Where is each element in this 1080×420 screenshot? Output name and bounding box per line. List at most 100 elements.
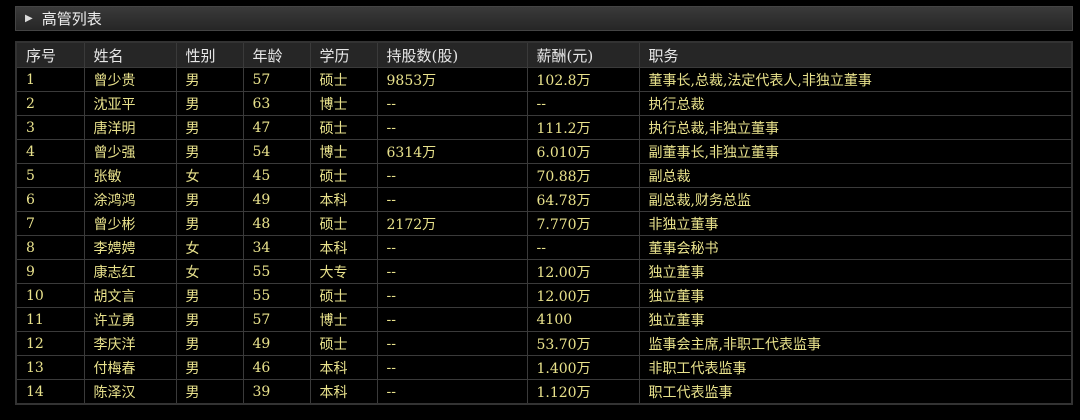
col-name-cell: 康志红 (83, 259, 177, 284)
table-row[interactable]: 12 李庆洋男 49 硕士 -- 53.70万 监事会主席,非职工代表监事 (15, 331, 1073, 356)
col-salary-cell: -- (526, 91, 640, 116)
col-education-cell: 硕士 (309, 163, 378, 188)
table-row[interactable]: 9 康志红女 55 大专 -- 12.00万 独立董事 (15, 259, 1073, 284)
col-education-cell: 大专 (309, 259, 378, 284)
col-salary-cell: 7.770万 (526, 211, 640, 236)
triangle-right-icon[interactable]: ▶ (25, 13, 33, 24)
col-shares-header[interactable]: 持股数(股) (376, 41, 528, 68)
col-education-cell: 本科 (309, 379, 378, 405)
col-index-cell: 12 (15, 331, 85, 356)
table-row[interactable]: 4 曾少强男 54 博士 6314万 6.010万 副董事长,非独立董事 (15, 139, 1073, 164)
col-education-cell: 硕士 (309, 211, 378, 236)
col-shares-cell: -- (376, 235, 528, 260)
col-name-cell: 陈泽汉 (83, 379, 177, 405)
col-position-cell: 独立董事 (638, 283, 1073, 308)
col-salary-cell: -- (526, 235, 640, 260)
panel-title: 高管列表 (41, 10, 102, 28)
table-row[interactable]: 1 曾少贵男 57 硕士 9853万 102.8万 董事长,总裁,法定代表人,非独立董事 (15, 67, 1073, 92)
col-gender-cell: 男 (175, 283, 244, 308)
col-index-cell: 13 (15, 355, 85, 380)
col-index-cell: 3 (15, 115, 85, 140)
col-age-cell: 49 (242, 331, 311, 356)
table-header-row: 序号 姓名 性别 年龄 学历 持股数(股) 薪酬(元) 职务 (15, 41, 1073, 68)
col-name-header[interactable]: 姓名 (83, 41, 177, 68)
col-gender-cell: 男 (175, 211, 244, 236)
col-gender-cell: 女 (175, 235, 244, 260)
col-position-cell: 职工代表监事 (638, 379, 1073, 405)
table-row[interactable]: 8 李娉娉女 34 本科 -- -- 董事会秘书 (15, 235, 1073, 260)
col-position-cell: 副总裁,财务总监 (638, 187, 1073, 212)
col-age-cell: 47 (242, 115, 311, 140)
col-gender-cell: 女 (175, 259, 244, 284)
col-age-cell: 45 (242, 163, 311, 188)
col-education-cell: 本科 (309, 355, 378, 380)
col-age-header[interactable]: 年龄 (242, 41, 311, 68)
col-shares-cell: 6314万 (376, 139, 528, 164)
col-salary-cell: 12.00万 (526, 283, 640, 308)
col-education-cell: 本科 (309, 235, 378, 260)
col-salary-cell: 1.120万 (526, 379, 640, 405)
table-row[interactable]: 5 张敏女 45 硕士 -- 70.88万 副总裁 (15, 163, 1073, 188)
col-name-cell: 李娉娉 (83, 235, 177, 260)
col-shares-cell: -- (376, 331, 528, 356)
col-name-cell: 胡文言 (83, 283, 177, 308)
col-position-cell: 独立董事 (638, 259, 1073, 284)
col-index-cell: 4 (15, 139, 85, 164)
col-salary-header[interactable]: 薪酬(元) (526, 41, 640, 68)
col-education-cell: 硕士 (309, 67, 378, 92)
col-gender-cell: 男 (175, 115, 244, 140)
col-shares-cell: 9853万 (376, 67, 528, 92)
col-salary-cell: 102.8万 (526, 67, 640, 92)
col-education-cell: 本科 (309, 187, 378, 212)
col-age-cell: 57 (242, 307, 311, 332)
col-shares-cell: -- (376, 259, 528, 284)
col-gender-header[interactable]: 性别 (175, 41, 244, 68)
col-salary-cell: 64.78万 (526, 187, 640, 212)
col-gender-cell: 女 (175, 163, 244, 188)
col-age-cell: 46 (242, 355, 311, 380)
executives-table: 序号 姓名 性别 年龄 学历 持股数(股) 薪酬(元) 职务 1 曾少贵男 57 硕士 9853万 10… (15, 41, 1073, 405)
col-position-cell: 执行总裁,非独立董事 (638, 115, 1073, 140)
col-shares-cell: -- (376, 115, 528, 140)
table-row[interactable]: 6 涂鸿鸿男 49 本科 -- 64.78万 副总裁,财务总监 (15, 187, 1073, 212)
col-index-cell: 6 (15, 187, 85, 212)
col-index-header[interactable]: 序号 (15, 41, 85, 68)
col-name-cell: 付梅春 (83, 355, 177, 380)
table-row[interactable]: 11 许立勇男 57 博士 -- 4100 独立董事 (15, 307, 1073, 332)
col-gender-cell: 男 (175, 91, 244, 116)
col-salary-cell: 4100 (526, 307, 640, 332)
col-salary-cell: 12.00万 (526, 259, 640, 284)
col-gender-cell: 男 (175, 67, 244, 92)
col-shares-cell: -- (376, 187, 528, 212)
col-gender-cell: 男 (175, 355, 244, 380)
panel-header[interactable]: ▶ 高管列表 (15, 6, 1073, 31)
table-row[interactable]: 3 唐洋明男 47 硕士 -- 111.2万 执行总裁,非独立董事 (15, 115, 1073, 140)
col-shares-cell: 2172万 (376, 211, 528, 236)
col-index-cell: 2 (15, 91, 85, 116)
col-age-cell: 34 (242, 235, 311, 260)
col-age-cell: 48 (242, 211, 311, 236)
col-name-cell: 许立勇 (83, 307, 177, 332)
col-position-cell: 董事长,总裁,法定代表人,非独立董事 (638, 67, 1073, 92)
table-row[interactable]: 13 付梅春男 46 本科 -- 1.400万 非职工代表监事 (15, 355, 1073, 380)
col-gender-cell: 男 (175, 307, 244, 332)
col-education-header[interactable]: 学历 (309, 41, 378, 68)
col-index-cell: 1 (15, 67, 85, 92)
col-name-cell: 曾少强 (83, 139, 177, 164)
col-position-cell: 独立董事 (638, 307, 1073, 332)
col-education-cell: 博士 (309, 307, 378, 332)
col-position-header[interactable]: 职务 (638, 41, 1073, 68)
table-row[interactable]: 7 曾少彬男 48 硕士 2172万 7.770万 非独立董事 (15, 211, 1073, 236)
col-age-cell: 54 (242, 139, 311, 164)
col-name-cell: 曾少彬 (83, 211, 177, 236)
col-salary-cell: 111.2万 (526, 115, 640, 140)
col-age-cell: 55 (242, 259, 311, 284)
col-position-cell: 董事会秘书 (638, 235, 1073, 260)
col-position-cell: 监事会主席,非职工代表监事 (638, 331, 1073, 356)
col-shares-cell: -- (376, 379, 528, 405)
col-name-cell: 李庆洋 (83, 331, 177, 356)
col-shares-cell: -- (376, 91, 528, 116)
table-row[interactable]: 2 沈亚平男 63 博士 -- -- 执行总裁 (15, 91, 1073, 116)
table-row[interactable]: 10 胡文言男 55 硕士 -- 12.00万 独立董事 (15, 283, 1073, 308)
table-row[interactable]: 14 陈泽汉男 39 本科 -- 1.120万 职工代表监事 (15, 379, 1073, 405)
